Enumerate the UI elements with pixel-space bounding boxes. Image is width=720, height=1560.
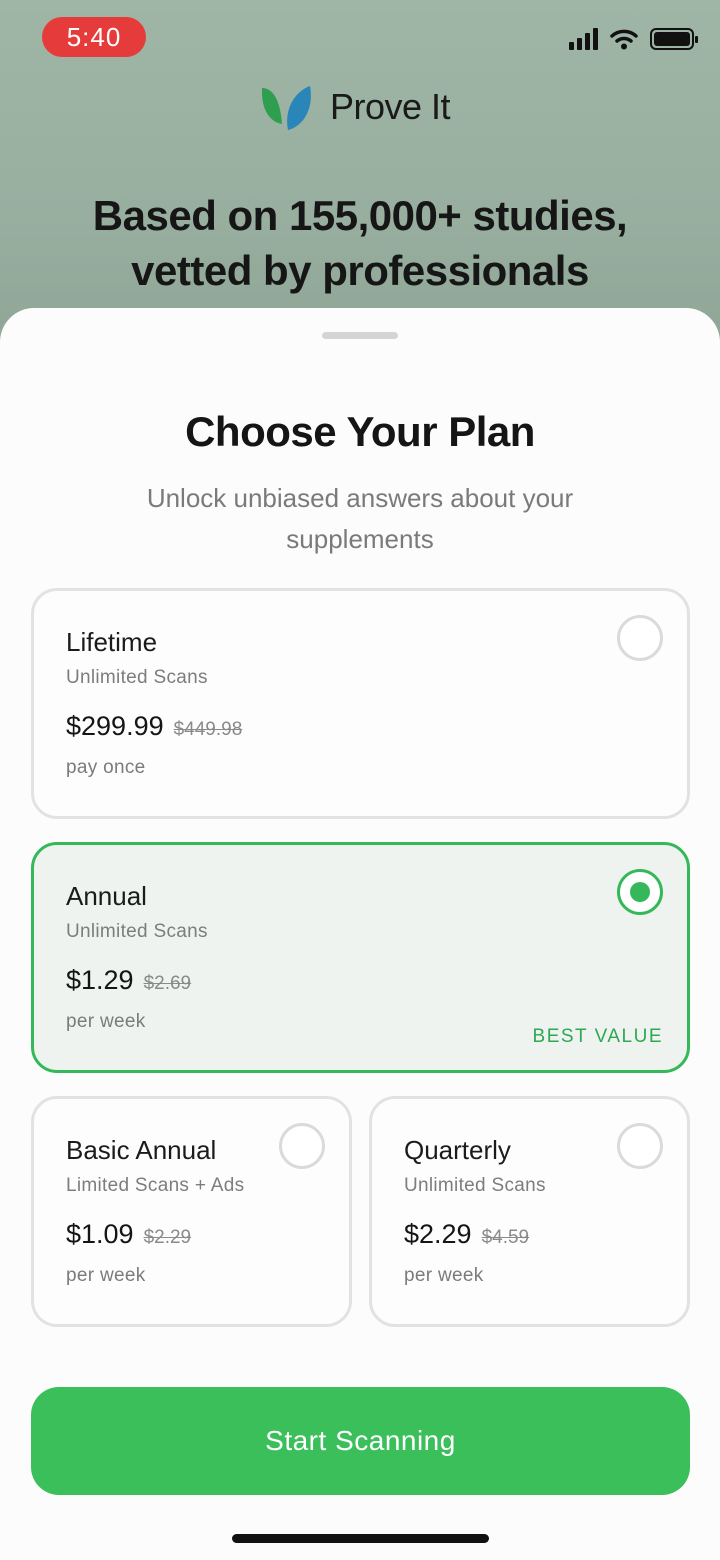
plan-name: Lifetime (66, 627, 158, 657)
plan-name: Annual (66, 881, 147, 911)
plan-period: per week (66, 1011, 146, 1032)
start-scanning-button[interactable]: Start Scanning (31, 1387, 690, 1495)
plan-card-quarterly[interactable]: Quarterly Unlimited Scans $2.29 $4.59 pe… (369, 1096, 690, 1327)
status-icons (569, 28, 698, 50)
brand: Prove It (258, 82, 451, 132)
radio-unselected-icon[interactable] (279, 1123, 325, 1169)
sheet-grabber[interactable] (322, 332, 398, 339)
battery-icon (650, 28, 698, 50)
plan-name: Basic Annual (66, 1135, 217, 1165)
plan-feature: Unlimited Scans (66, 667, 208, 688)
sheet-title: Choose Your Plan (185, 408, 535, 455)
plan-price: $299.99 (66, 711, 164, 741)
plan-period: per week (66, 1265, 146, 1286)
plan-price: $2.29 (404, 1219, 472, 1249)
plan-period: per week (404, 1265, 484, 1286)
plan-feature: Unlimited Scans (404, 1175, 546, 1196)
signal-icon (569, 28, 598, 50)
prove-it-logo-icon (261, 86, 311, 130)
hero-line-1: Based on 155,000+ studies, (92, 192, 628, 239)
hero-headline: Based on 155,000+ studies, vetted by pro… (0, 188, 720, 298)
plan-feature: Limited Scans + Ads (66, 1175, 245, 1196)
plan-old-price: $2.29 (143, 1227, 192, 1248)
plan-price: $1.29 (66, 965, 134, 995)
status-time: 5:40 (42, 17, 146, 57)
radio-unselected-icon[interactable] (617, 615, 663, 661)
best-value-badge: BEST VALUE (532, 1026, 663, 1047)
plan-card-basic-annual[interactable]: Basic Annual Limited Scans + Ads $1.09 $… (31, 1096, 352, 1327)
hero-line-2: vetted by professionals (131, 247, 589, 294)
plan-period: pay once (66, 757, 146, 778)
plan-card-lifetime[interactable]: Lifetime Unlimited Scans $299.99 $449.98… (31, 588, 690, 819)
plan-card-annual[interactable]: Annual Unlimited Scans $1.29 $2.69 per w… (31, 842, 690, 1073)
radio-unselected-icon[interactable] (617, 1123, 663, 1169)
wifi-icon (610, 29, 638, 50)
plan-old-price: $2.69 (143, 973, 192, 994)
radio-selected-icon[interactable] (617, 869, 663, 915)
plan-price-row: $299.99 $449.98 (66, 711, 242, 742)
plan-feature: Unlimited Scans (66, 921, 208, 942)
plan-old-price: $4.59 (481, 1227, 530, 1248)
plan-name: Quarterly (404, 1135, 511, 1165)
brand-name: Prove It (330, 86, 451, 127)
plan-price: $1.09 (66, 1219, 134, 1249)
sheet-subtitle: Unlock unbiased answers about your suppl… (146, 483, 574, 554)
plan-old-price: $449.98 (173, 719, 243, 740)
plan-price-row: $2.29 $4.59 (404, 1219, 529, 1250)
home-indicator (232, 1534, 489, 1543)
plan-price-row: $1.29 $2.69 (66, 965, 191, 996)
plan-price-row: $1.09 $2.29 (66, 1219, 191, 1250)
plan-sheet: Choose Your Plan Unlock unbiased answers… (0, 308, 720, 1560)
